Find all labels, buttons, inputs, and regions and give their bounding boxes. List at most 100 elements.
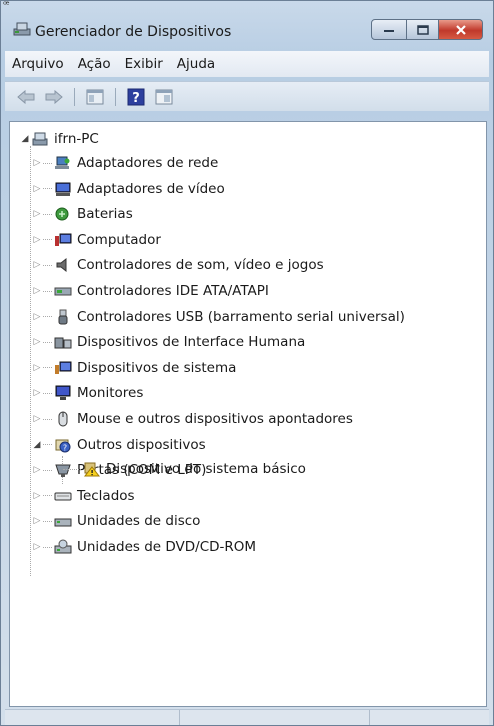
expand-icon[interactable]: ▷	[32, 363, 42, 373]
toolbar: ?	[5, 81, 489, 111]
monitor-icon	[53, 384, 73, 402]
minimize-button[interactable]	[371, 19, 407, 40]
tree-category-label: Outros dispositivos	[77, 436, 206, 453]
tree-category-node[interactable]: ▷ Unidades de disco	[32, 510, 201, 532]
tree-category-node[interactable]: ▷ Baterias	[32, 203, 133, 225]
help-icon: ?	[127, 88, 145, 106]
device-manager-app-icon	[13, 21, 33, 37]
toolbar-separator	[74, 87, 75, 106]
maximize-button[interactable]	[407, 19, 439, 40]
tree-category-node[interactable]: ▷ Monitores	[32, 382, 144, 404]
tree-category-node[interactable]: ◢? Outros dispositivos	[32, 434, 206, 456]
tree-connector	[43, 290, 52, 292]
tree-connector	[43, 264, 52, 266]
tree-category-node[interactable]: ▷ Mouse e outros dispositivos apontadores	[32, 408, 353, 430]
expand-icon[interactable]: ▷	[32, 312, 42, 322]
device-manager-window: ꟹ Gerenciador de Dispositivos Arquivo Aç…	[0, 0, 494, 726]
expand-icon[interactable]: ▷	[32, 337, 42, 347]
hid-icon	[53, 333, 73, 351]
tree-connector	[43, 188, 52, 190]
caption-buttons	[371, 19, 483, 41]
show-hide-console-tree-icon	[86, 89, 104, 104]
tree-child-node[interactable]: Dispositivo do sistema básico	[62, 458, 306, 480]
expand-icon[interactable]: ▷	[32, 158, 42, 168]
tree-connector	[43, 444, 52, 446]
tree-category-label: Dispositivos de sistema	[77, 359, 237, 376]
keyboard-icon	[53, 487, 73, 505]
tree-category-node[interactable]: ▷ Controladores IDE ATA/ATAPI	[32, 280, 269, 302]
warning-device-icon	[82, 460, 102, 478]
corner-glyph: ꟹ	[3, 0, 10, 11]
toolbar-separator	[115, 87, 116, 106]
tree-category-label: Dispositivos de Interface Humana	[77, 334, 306, 351]
expand-icon[interactable]: ▷	[32, 388, 42, 398]
forward-arrow-icon	[45, 89, 63, 104]
tree-category-node[interactable]: ▷ Unidades de DVD/CD-ROM	[32, 536, 257, 558]
expand-icon[interactable]: ▷	[32, 542, 42, 552]
tree-category-node[interactable]: ▷ Teclados	[32, 485, 135, 507]
tree-connector	[43, 367, 52, 369]
computer-root-icon	[30, 130, 50, 148]
tree-connector	[43, 469, 52, 471]
help-button[interactable]: ?	[125, 87, 147, 107]
expand-icon[interactable]: ▷	[32, 465, 42, 475]
expand-icon[interactable]: ▷	[32, 414, 42, 424]
tree-category-node[interactable]: ▷ Controladores de som, vídeo e jogos	[32, 254, 324, 276]
tree-connector	[43, 316, 52, 318]
tree-category-label: Computador	[77, 231, 161, 248]
tree-category-node[interactable]: ▷ Computador	[32, 229, 161, 251]
expand-icon[interactable]: ▷	[32, 516, 42, 526]
expand-icon[interactable]: ▷	[32, 491, 42, 501]
svg-text:?: ?	[63, 443, 67, 452]
collapse-icon[interactable]: ◢	[32, 440, 42, 450]
tree-category-node[interactable]: ▷ Adaptadores de rede	[32, 152, 219, 174]
tree-category-node[interactable]: ▷ Adaptadores de vídeo	[32, 178, 225, 200]
status-cell	[180, 710, 370, 725]
expand-icon[interactable]: ▷	[32, 184, 42, 194]
network-adapter-icon	[53, 154, 73, 172]
tree-category-label: Controladores IDE ATA/ATAPI	[77, 283, 269, 299]
expand-icon[interactable]: ▷	[32, 209, 42, 219]
tree-category-label: Unidades de disco	[77, 513, 201, 530]
tree-guide-line	[30, 146, 31, 576]
close-icon	[455, 24, 466, 35]
display-adapter-icon	[53, 180, 73, 198]
menu-ajuda[interactable]: Ajuda	[170, 56, 222, 72]
close-button[interactable]	[439, 19, 483, 40]
unknown-device-icon: ?	[53, 436, 73, 454]
show-hide-tree-button[interactable]	[84, 87, 106, 107]
tree-connector	[43, 495, 52, 497]
maximize-icon	[416, 24, 429, 35]
back-button[interactable]	[15, 87, 37, 107]
menu-acao[interactable]: Ação	[71, 56, 118, 72]
properties-button[interactable]	[153, 87, 175, 107]
disk-drive-icon	[53, 512, 73, 530]
forward-button[interactable]	[43, 87, 65, 107]
expand-icon[interactable]: ▷	[32, 235, 42, 245]
battery-icon	[53, 205, 73, 223]
tree-category-node[interactable]: ▷ Dispositivos de Interface Humana	[32, 331, 306, 353]
expand-icon[interactable]: ▷	[32, 260, 42, 270]
title-bar[interactable]: ꟹ Gerenciador de Dispositivos	[1, 1, 493, 49]
menu-exibir[interactable]: Exibir	[118, 56, 170, 72]
tree-connector	[43, 239, 52, 241]
minimize-icon	[384, 29, 394, 32]
tree-connector	[43, 162, 52, 164]
tree-category-label: Monitores	[77, 385, 144, 402]
tree-connector	[43, 213, 52, 215]
tree-category-node[interactable]: ▷ Controladores USB (barramento serial un…	[32, 306, 405, 328]
menu-bar: Arquivo Ação Exibir Ajuda	[5, 51, 489, 77]
system-device-icon	[53, 359, 73, 377]
collapse-icon[interactable]: ◢	[20, 134, 30, 144]
tree-category-node[interactable]: ▷ Dispositivos de sistema	[32, 357, 237, 379]
tree-root-node[interactable]: ◢ ifrn-PC	[20, 128, 99, 150]
tree-category-label: Controladores de som, vídeo e jogos	[77, 257, 324, 274]
computer-icon	[53, 231, 73, 249]
tree-connector	[43, 341, 52, 343]
tree-connector	[43, 392, 52, 394]
menu-arquivo[interactable]: Arquivo	[5, 56, 71, 72]
tree-category-label: Controladores USB (barramento serial uni…	[77, 308, 405, 325]
usb-icon	[53, 308, 73, 326]
expand-icon[interactable]: ▷	[32, 286, 42, 296]
properties-icon	[155, 89, 173, 104]
